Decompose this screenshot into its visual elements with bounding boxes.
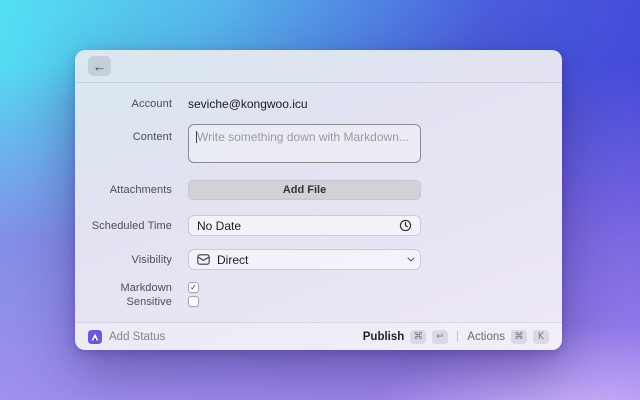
actions-button[interactable]: Actions [467, 331, 505, 343]
publish-button[interactable]: Publish [363, 331, 405, 343]
scheduled-time-field[interactable]: No Date [188, 215, 421, 236]
markdown-label: Markdown [120, 281, 172, 294]
visibility-row: Visibility Direct [75, 249, 562, 270]
add-file-button-label: Add File [282, 184, 327, 196]
account-label: Account [131, 98, 172, 110]
attachments-label: Attachments [109, 184, 172, 196]
shortcut-divider [457, 331, 459, 342]
account-value: seviche@kongwoo.icu [188, 97, 308, 111]
k-key-icon: K [533, 329, 549, 344]
content-label: Content [132, 131, 172, 143]
window-titlebar: ← [75, 50, 562, 83]
command-key-icon: ⌘ [410, 329, 427, 344]
return-key-icon: ↵ [432, 329, 449, 344]
back-button[interactable]: ← [88, 56, 111, 76]
sensitive-checkbox[interactable] [188, 296, 199, 307]
visibility-value: Direct [217, 252, 249, 267]
footer-bar: Add Status Publish ⌘ ↵ Actions ⌘ K [75, 322, 562, 350]
clock-icon[interactable] [399, 219, 412, 232]
markdown-checkbox[interactable]: ✓ [188, 282, 199, 293]
envelope-icon [197, 254, 210, 265]
window-status-label: Add Status [109, 330, 166, 343]
add-file-button[interactable]: Add File [188, 180, 421, 200]
scheduled-time-value: No Date [197, 218, 242, 233]
back-arrow-icon: ← [93, 58, 106, 74]
scheduled-time-row: Scheduled Time No Date [75, 215, 562, 236]
app-icon [88, 329, 102, 344]
markdown-row: Markdown ✓ [75, 281, 562, 294]
visibility-label: Visibility [131, 253, 172, 266]
compose-form: Account seviche@kongwoo.icu Content Atta… [75, 83, 562, 322]
account-row: Account seviche@kongwoo.icu [75, 96, 562, 112]
command-key-icon: ⌘ [511, 329, 527, 344]
sensitive-label: Sensitive [126, 295, 172, 308]
visibility-dropdown[interactable]: Direct [188, 249, 421, 270]
checkmark-icon: ✓ [190, 282, 197, 292]
scheduled-time-label: Scheduled Time [91, 219, 172, 232]
text-cursor [196, 131, 197, 143]
compose-status-window: ← Account seviche@kongwoo.icu Content At… [75, 50, 562, 350]
sensitive-row: Sensitive [75, 295, 562, 308]
content-input[interactable] [188, 124, 421, 163]
chevron-down-icon [407, 254, 415, 262]
desktop-background: { "window": { "titlebar": { "back_icon":… [0, 0, 640, 400]
content-row: Content [75, 124, 562, 163]
attachments-row: Attachments Add File [75, 180, 562, 200]
